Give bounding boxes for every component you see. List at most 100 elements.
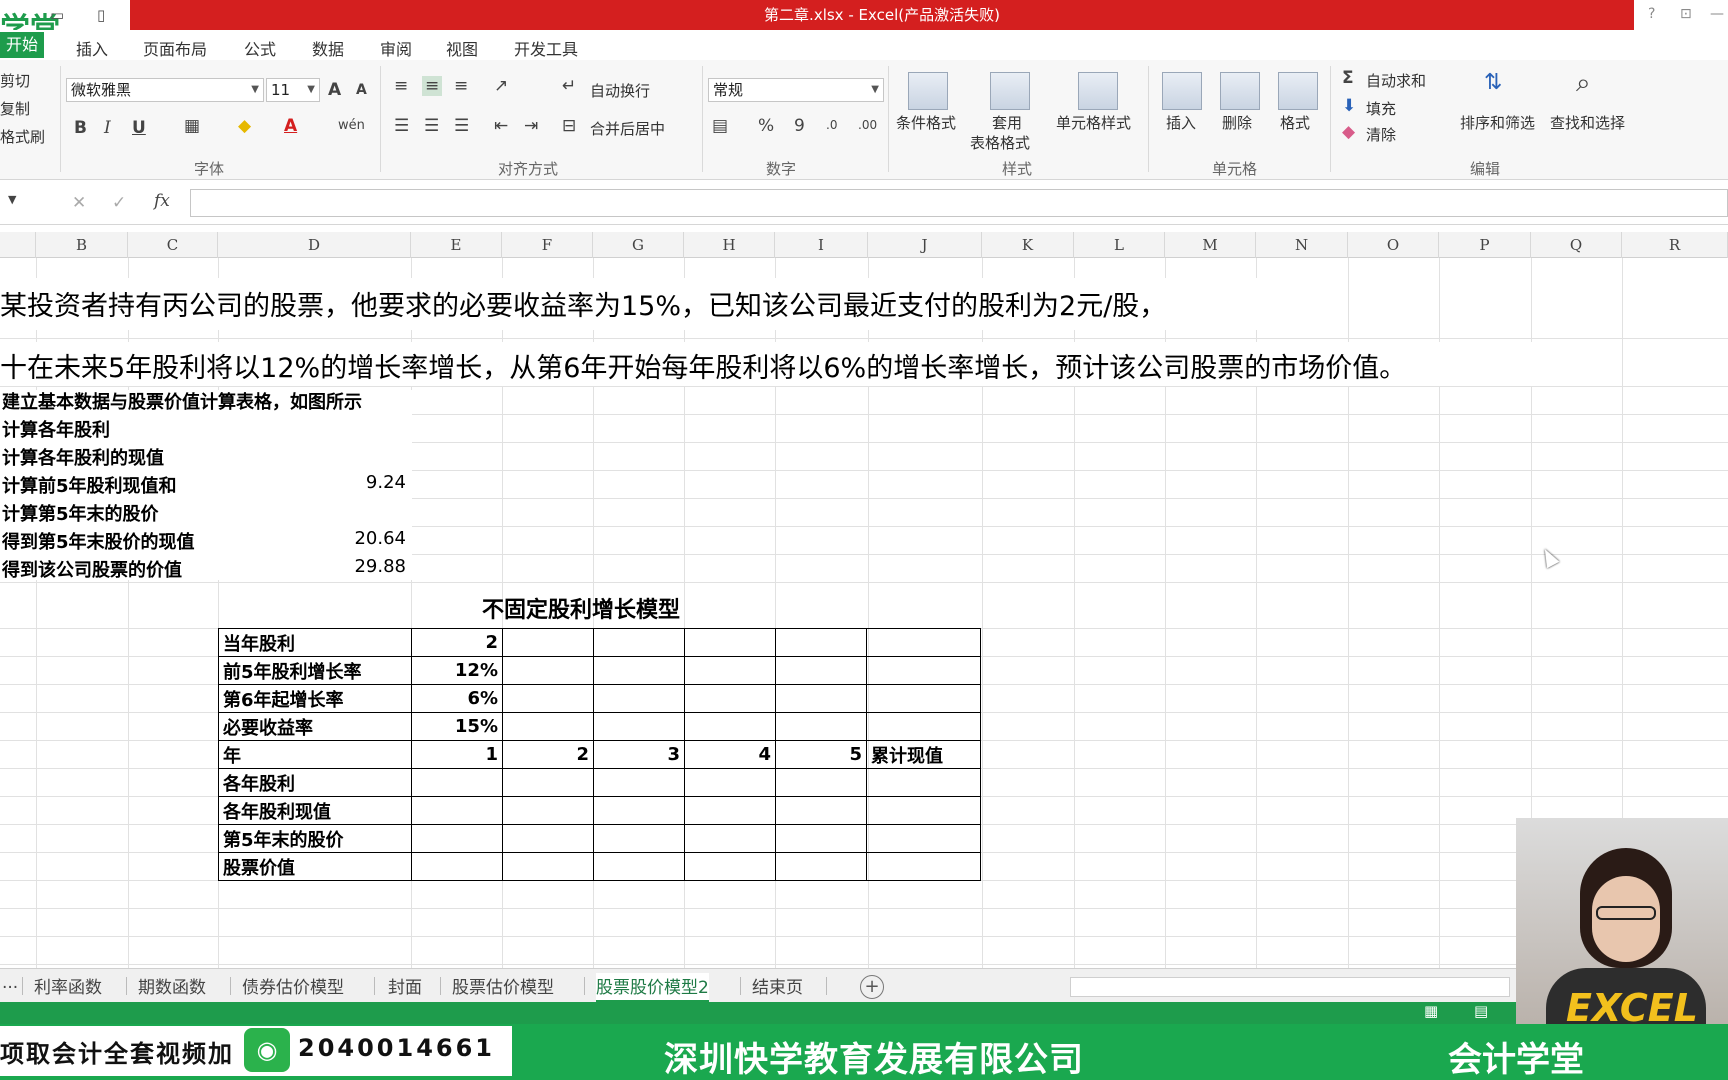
column-header[interactable]: L	[1074, 232, 1165, 258]
table-cell[interactable]	[866, 768, 981, 797]
help-button[interactable]: ?	[1648, 6, 1655, 22]
align-right-icon[interactable]: ☰	[454, 116, 469, 136]
column-header[interactable]: J	[868, 232, 982, 258]
table-cell[interactable]: 3	[593, 740, 685, 769]
table-cell[interactable]	[502, 824, 594, 853]
table-cell[interactable]	[775, 712, 867, 741]
bold-button[interactable]: B	[74, 118, 87, 138]
tab-insert[interactable]: 插入	[76, 36, 108, 60]
sheet-tab[interactable]: 封面	[388, 973, 422, 998]
comma-style-button[interactable]: 9	[794, 116, 805, 136]
table-cell[interactable]	[775, 852, 867, 881]
column-header[interactable]: P	[1439, 232, 1531, 258]
table-cell[interactable]	[684, 852, 776, 881]
column-header[interactable]: B	[36, 232, 128, 258]
table-cell[interactable]	[775, 768, 867, 797]
table-cell[interactable]	[593, 852, 685, 881]
table-cell[interactable]	[866, 852, 981, 881]
insert-cells-button[interactable]: 插入	[1166, 112, 1196, 133]
column-header[interactable]: O	[1348, 232, 1439, 258]
sheet-tab[interactable]: 股票估价模型	[452, 973, 554, 998]
increase-indent-icon[interactable]: ⇥	[524, 116, 538, 136]
table-cell[interactable]	[866, 824, 981, 853]
currency-icon[interactable]: ▤	[712, 116, 728, 136]
table-cell[interactable]	[502, 796, 594, 825]
table-cell[interactable]: 12%	[411, 656, 503, 685]
table-cell[interactable]	[502, 852, 594, 881]
table-cell[interactable]	[775, 628, 867, 657]
column-header[interactable]: H	[684, 232, 775, 258]
tab-formulas[interactable]: 公式	[244, 36, 276, 60]
table-cell[interactable]	[502, 656, 594, 685]
format-as-table-line1[interactable]: 套用	[992, 112, 1022, 133]
cut-button[interactable]: 剪切	[0, 70, 30, 91]
name-box-dropdown-icon[interactable]: ▼	[8, 193, 16, 206]
confirm-entry-icon[interactable]: ✓	[112, 193, 126, 213]
increase-decimal-button[interactable]: .0	[826, 118, 837, 132]
table-cell[interactable]	[775, 684, 867, 713]
font-name-combo[interactable]: 微软雅黑 ▼	[66, 78, 264, 102]
ribbon-display-button[interactable]: ⊡	[1680, 6, 1692, 22]
table-cell[interactable]	[593, 824, 685, 853]
table-cell[interactable]	[866, 628, 981, 657]
table-cell[interactable]	[684, 684, 776, 713]
table-cell[interactable]	[775, 656, 867, 685]
add-sheet-button[interactable]: +	[860, 975, 884, 999]
table-cell[interactable]: 2	[502, 740, 594, 769]
table-cell[interactable]: 第6年起增长率	[218, 684, 412, 713]
table-cell[interactable]	[411, 824, 503, 853]
merge-center-button[interactable]: 合并后居中	[590, 118, 665, 139]
conditional-format-button[interactable]: 条件格式	[896, 112, 956, 133]
tab-review[interactable]: 审阅	[380, 36, 412, 60]
table-cell[interactable]	[593, 712, 685, 741]
column-header[interactable]: R	[1622, 232, 1728, 258]
minimize-button[interactable]: —	[1710, 6, 1724, 22]
align-middle-icon[interactable]: ≡	[422, 76, 443, 96]
table-cell[interactable]: 年	[218, 740, 412, 769]
table-cell[interactable]	[775, 796, 867, 825]
tab-developer[interactable]: 开发工具	[514, 36, 578, 60]
column-header[interactable]: D	[218, 232, 411, 258]
table-cell[interactable]	[775, 824, 867, 853]
sheet-tab[interactable]: 期数函数	[138, 973, 206, 998]
table-cell[interactable]	[866, 712, 981, 741]
table-cell[interactable]: 股票价值	[218, 852, 412, 881]
horizontal-scrollbar[interactable]	[1070, 977, 1510, 997]
table-cell[interactable]	[593, 656, 685, 685]
align-bottom-icon[interactable]: ≡	[454, 76, 468, 96]
formula-input[interactable]	[190, 189, 1728, 217]
table-cell[interactable]: 各年股利	[218, 768, 412, 797]
table-cell[interactable]	[411, 852, 503, 881]
underline-button[interactable]: U	[132, 118, 146, 138]
table-cell[interactable]	[684, 824, 776, 853]
table-cell[interactable]: 15%	[411, 712, 503, 741]
table-cell[interactable]: 当年股利	[218, 628, 412, 657]
table-cell[interactable]	[411, 796, 503, 825]
sheet-tab[interactable]: 结束页	[752, 973, 803, 998]
font-color-button[interactable]: A	[284, 116, 297, 136]
table-cell[interactable]: 4	[684, 740, 776, 769]
phonetic-guide-icon[interactable]: wén	[338, 118, 365, 133]
fill-color-icon[interactable]: ◆	[238, 116, 251, 136]
grow-font-button[interactable]: A	[328, 80, 341, 100]
decrease-indent-icon[interactable]: ⇤	[494, 116, 508, 136]
table-cell[interactable]: 1	[411, 740, 503, 769]
table-cell[interactable]	[502, 628, 594, 657]
align-left-icon[interactable]: ☰	[394, 116, 409, 136]
normal-view-icon[interactable]: ▦	[1424, 1002, 1438, 1020]
column-header[interactable]: C	[128, 232, 218, 258]
column-header[interactable]: N	[1256, 232, 1348, 258]
column-header-a[interactable]	[0, 232, 36, 258]
table-cell[interactable]	[593, 796, 685, 825]
column-header[interactable]: I	[775, 232, 868, 258]
insert-function-button[interactable]: fx	[154, 191, 170, 211]
column-header[interactable]: Q	[1531, 232, 1622, 258]
open-file-icon[interactable]: ▭	[50, 6, 64, 24]
table-cell[interactable]: 前5年股利增长率	[218, 656, 412, 685]
delete-cells-button[interactable]: 删除	[1222, 112, 1252, 133]
orientation-icon[interactable]: ↗	[494, 76, 508, 96]
table-cell[interactable]	[593, 628, 685, 657]
decrease-decimal-button[interactable]: .00	[858, 118, 877, 132]
table-cell[interactable]: 累计现值	[866, 740, 981, 769]
font-size-combo[interactable]: 11 ▼	[266, 78, 320, 102]
